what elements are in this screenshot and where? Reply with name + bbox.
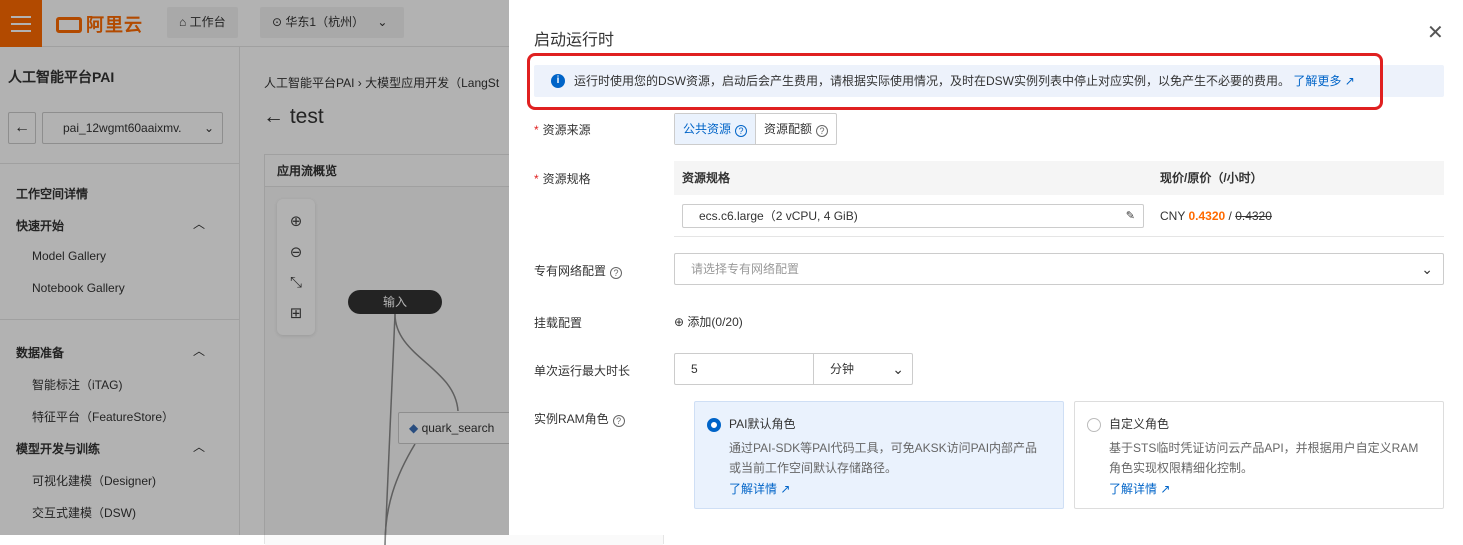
price-original: 0.4320 bbox=[1235, 208, 1272, 223]
add-mount-button[interactable]: ⊕ 添加(0/20) bbox=[674, 313, 743, 330]
plus-circle-icon: ⊕ bbox=[674, 315, 685, 329]
close-icon[interactable]: ✕ bbox=[1427, 20, 1444, 45]
role-learn-more-link[interactable]: 了解详情 ↗ bbox=[1109, 479, 1427, 499]
vpc-label-text: 专有网络配置 bbox=[534, 264, 607, 278]
col-price-header: 现价/原价（/小时） bbox=[1160, 171, 1263, 185]
add-mount-label: 添加(0/20) bbox=[687, 315, 743, 329]
chevron-down-icon: ⌄ bbox=[892, 361, 904, 377]
price-cell: CNY 0.4320 / 0.4320 bbox=[1160, 209, 1272, 223]
help-icon[interactable]: ? bbox=[735, 125, 748, 137]
radio-selected[interactable] bbox=[707, 418, 721, 432]
max-duration-input[interactable]: 5 bbox=[674, 353, 814, 385]
vpc-label: 专有网络配置? bbox=[534, 262, 623, 279]
table-row: ecs.c6.large（2 vCPU, 4 GiB) ✎ CNY 0.4320 … bbox=[674, 195, 1444, 237]
col-spec-header: 资源规格 bbox=[682, 171, 731, 185]
role-learn-more-link[interactable]: 了解详情 ↗ bbox=[729, 479, 1047, 499]
resource-source-toggle: 公共资源? 资源配额? bbox=[674, 113, 838, 145]
resource-source-label: * 资源来源 bbox=[534, 121, 591, 138]
vpc-select[interactable]: 请选择专有网络配置 ⌄ bbox=[674, 253, 1444, 285]
required-mark: * bbox=[534, 123, 539, 137]
chevron-down-icon: ⌄ bbox=[1421, 261, 1433, 277]
role-name: PAI默认角色 bbox=[729, 417, 796, 431]
drawer-title: 启动运行时 bbox=[534, 32, 615, 49]
spec-table-header: 资源规格 现价/原价（/小时） bbox=[674, 161, 1444, 195]
role-name: 自定义角色 bbox=[1109, 417, 1170, 431]
role-desc: 基于STS临时凭证访问云产品API，并根据用户自定义RAM角色实现权限精细化控制… bbox=[1109, 441, 1419, 475]
ram-role-label: 实例RAM角色? bbox=[534, 410, 625, 427]
resource-quota-label: 资源配额 bbox=[764, 122, 813, 136]
edit-icon[interactable]: ✎ bbox=[1126, 205, 1135, 227]
help-icon[interactable]: ? bbox=[816, 125, 829, 137]
required-mark: * bbox=[534, 172, 539, 186]
price-now: 0.4320 bbox=[1188, 208, 1226, 223]
resource-spec-label-text: 资源规格 bbox=[542, 172, 591, 186]
external-link-icon: ↗ bbox=[1160, 482, 1171, 496]
role-link-label: 了解详情 bbox=[729, 482, 778, 496]
public-resource-label: 公共资源 bbox=[683, 122, 732, 136]
resource-spec-label: * 资源规格 bbox=[534, 170, 591, 187]
help-icon[interactable]: ? bbox=[612, 415, 625, 427]
external-link-icon: ↗ bbox=[780, 482, 791, 496]
price-currency: CNY bbox=[1160, 208, 1186, 223]
spec-input[interactable]: ecs.c6.large（2 vCPU, 4 GiB) ✎ bbox=[682, 203, 1144, 228]
public-resource-option[interactable]: 公共资源? bbox=[675, 114, 757, 144]
vpc-placeholder: 请选择专有网络配置 bbox=[691, 262, 800, 276]
role-card-default[interactable]: PAI默认角色 通过PAI-SDK等PAI代码工具，可免AKSK访问PAI内部产… bbox=[694, 401, 1064, 509]
duration-unit-select[interactable]: 分钟 ⌄ bbox=[814, 353, 913, 385]
resource-source-label-text: 资源来源 bbox=[542, 123, 591, 137]
spec-value: ecs.c6.large（2 vCPU, 4 GiB) bbox=[699, 208, 858, 223]
help-icon[interactable]: ? bbox=[610, 267, 623, 279]
resource-quota-option[interactable]: 资源配额? bbox=[756, 114, 836, 144]
role-card-custom[interactable]: 自定义角色 基于STS临时凭证访问云产品API，并根据用户自定义RAM角色实现权… bbox=[1074, 401, 1444, 509]
radio-unselected[interactable] bbox=[1087, 418, 1101, 432]
role-desc: 通过PAI-SDK等PAI代码工具，可免AKSK访问PAI内部产品或当前工作空间… bbox=[729, 441, 1038, 475]
resource-spec-table: 资源规格 现价/原价（/小时） ecs.c6.large（2 vCPU, 4 G… bbox=[674, 161, 1444, 237]
role-link-label: 了解详情 bbox=[1109, 482, 1158, 496]
duration-unit-value: 分钟 bbox=[830, 362, 855, 376]
price-sep: / bbox=[1225, 208, 1236, 223]
ram-role-label-text: 实例RAM角色 bbox=[534, 412, 609, 426]
max-duration-label: 单次运行最大时长 bbox=[534, 364, 631, 378]
start-runtime-drawer: 启动运行时 ✕ i 运行时使用您的DSW资源，启动后会产生费用，请根据实际使用情… bbox=[509, 0, 1463, 535]
mount-label: 挂载配置 bbox=[534, 316, 583, 330]
highlight-annotation bbox=[527, 53, 1383, 110]
